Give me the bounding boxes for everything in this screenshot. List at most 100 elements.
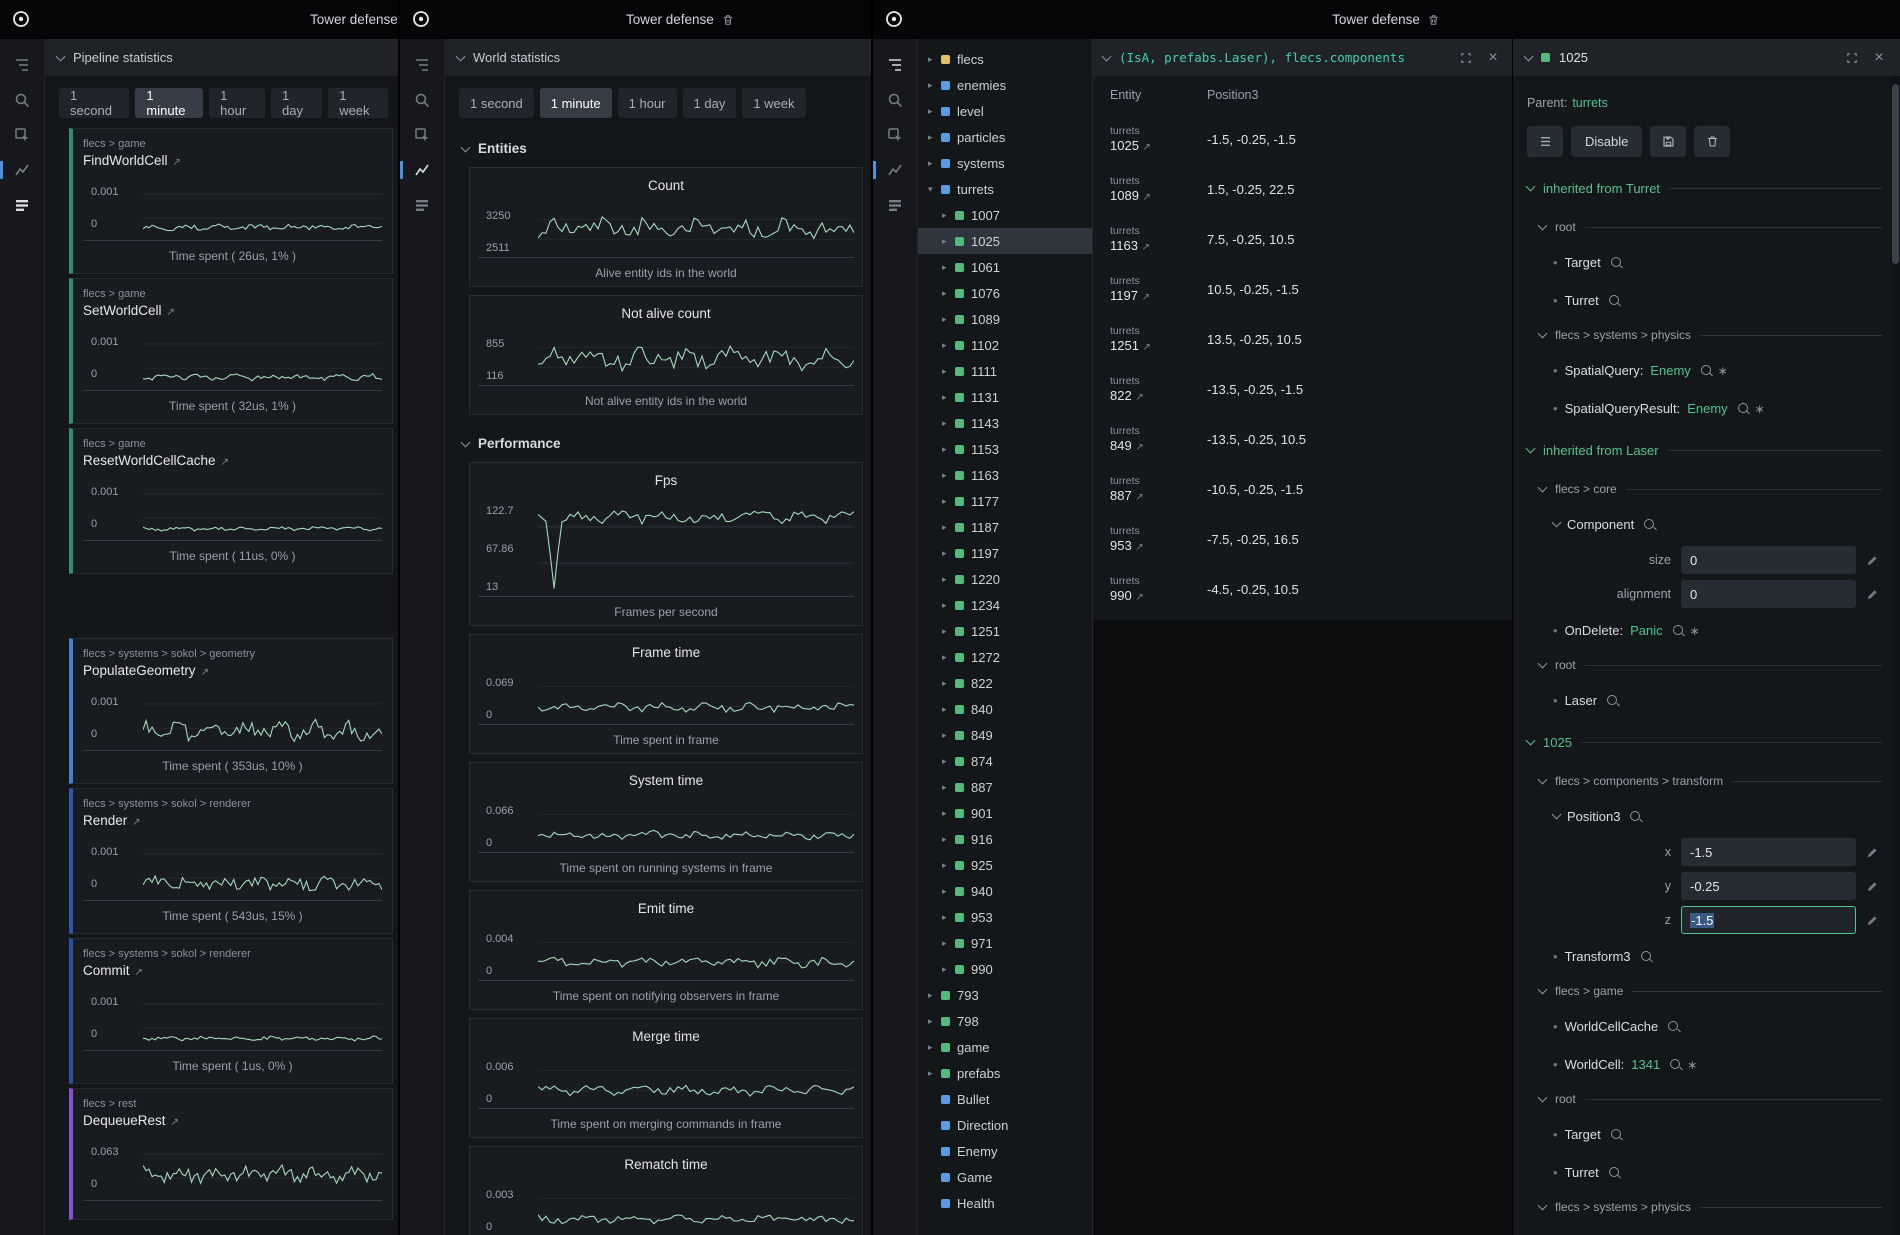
expand-arrow-icon[interactable]: ▸: [928, 1068, 941, 1079]
open-link-icon[interactable]: [1142, 238, 1150, 253]
scope-root[interactable]: root: [1527, 1083, 1882, 1115]
tree-item[interactable]: ▸ particles: [918, 124, 1092, 150]
expand-arrow-icon[interactable]: ▸: [942, 392, 955, 403]
expand-arrow-icon[interactable]: ▸: [942, 522, 955, 533]
trash-icon[interactable]: [1427, 13, 1441, 27]
edit-icon[interactable]: [1860, 846, 1882, 859]
scope-root[interactable]: root: [1527, 211, 1882, 243]
collapse-icon[interactable]: [1538, 1201, 1548, 1211]
magnifier-icon[interactable]: [1668, 1021, 1678, 1031]
open-link-icon[interactable]: [1143, 138, 1151, 153]
scrollbar[interactable]: [1891, 76, 1900, 1235]
tree-item[interactable]: ▸ 1234: [918, 592, 1092, 618]
system-name[interactable]: DequeueRest: [83, 1113, 166, 1128]
query-result-row[interactable]: turrets 1251 13.5, -0.25, 10.5: [1093, 314, 1512, 364]
collapse-icon[interactable]: [1538, 659, 1548, 669]
select-entity-icon[interactable]: [412, 125, 432, 145]
disable-button[interactable]: Disable: [1571, 126, 1642, 157]
tree-item[interactable]: ▸ enemies: [918, 72, 1092, 98]
expand-arrow-icon[interactable]: ▸: [928, 1042, 941, 1053]
component-row[interactable]: WorldCellCache: [1527, 1007, 1882, 1045]
tree-item[interactable]: ▸ 1187: [918, 514, 1092, 540]
expand-arrow-icon[interactable]: ▸: [942, 704, 955, 715]
tree-item[interactable]: ▾ turrets: [918, 176, 1092, 202]
open-link-icon[interactable]: [201, 663, 209, 678]
edit-icon[interactable]: [1860, 880, 1882, 893]
magnifier-icon[interactable]: [1611, 1129, 1621, 1139]
group-inherited-from-turret[interactable]: inherited from Turret: [1527, 165, 1882, 211]
expand-arrow-icon[interactable]: ▸: [942, 548, 955, 559]
group-inherited-from-laser[interactable]: inherited from Laser: [1527, 427, 1882, 473]
magnifier-icon[interactable]: [1673, 625, 1683, 635]
expand-arrow-icon[interactable]: ▸: [928, 54, 941, 65]
expand-arrow-icon[interactable]: ▸: [942, 678, 955, 689]
select-entity-icon[interactable]: [12, 125, 32, 145]
component-row[interactable]: OnDelete:Panic: [1527, 611, 1882, 649]
expand-arrow-icon[interactable]: ▸: [942, 834, 955, 845]
tree-item[interactable]: Direction: [918, 1112, 1092, 1138]
scope-root[interactable]: root: [1527, 649, 1882, 681]
time-range-button[interactable]: 1 week: [328, 88, 388, 118]
close-icon[interactable]: [1870, 49, 1888, 67]
collapse-icon[interactable]: [456, 51, 466, 61]
open-link-icon[interactable]: [221, 453, 229, 468]
time-range-button[interactable]: 1 hour: [618, 88, 677, 118]
expand-arrow-icon[interactable]: ▸: [942, 626, 955, 637]
parent-link[interactable]: turrets: [1572, 96, 1607, 110]
collapse-icon[interactable]: [1526, 444, 1536, 454]
time-range-button[interactable]: 1 second: [459, 88, 534, 118]
expand-arrow-icon[interactable]: ▸: [928, 106, 941, 117]
search-icon[interactable]: [885, 90, 905, 110]
collapse-icon[interactable]: [56, 51, 66, 61]
system-name[interactable]: Commit: [83, 963, 130, 978]
expand-arrow-icon[interactable]: ▸: [928, 80, 941, 91]
expand-arrow-icon[interactable]: ▸: [942, 236, 955, 247]
ref-icon[interactable]: [1690, 623, 1700, 638]
expand-arrow-icon[interactable]: ▸: [942, 444, 955, 455]
query-result-row[interactable]: turrets 990 -4.5, -0.25, 10.5: [1093, 564, 1512, 614]
ref-icon[interactable]: [1687, 1057, 1697, 1072]
magnifier-icon[interactable]: [1607, 695, 1617, 705]
expand-arrow-icon[interactable]: ▸: [942, 938, 955, 949]
tree-item[interactable]: Game: [918, 1164, 1092, 1190]
entity-id-link[interactable]: 1197: [1110, 288, 1138, 303]
query-result-row[interactable]: turrets 1197 10.5, -0.25, -1.5: [1093, 264, 1512, 314]
open-link-icon[interactable]: [1143, 188, 1151, 203]
magnifier-icon[interactable]: [1609, 1167, 1619, 1177]
magnifier-icon[interactable]: [1611, 257, 1621, 267]
query-result-row[interactable]: turrets 1089 1.5, -0.25, 22.5: [1093, 164, 1512, 214]
component-row[interactable]: WorldCell:1341: [1527, 1045, 1882, 1083]
entity-id-link[interactable]: 1025: [1110, 138, 1139, 153]
tree-item[interactable]: ▸ 1153: [918, 436, 1092, 462]
expand-arrow-icon[interactable]: ▸: [942, 782, 955, 793]
tree-item[interactable]: ▸ 1177: [918, 488, 1092, 514]
system-name[interactable]: SetWorldCell: [83, 303, 162, 318]
save-button[interactable]: [1650, 126, 1686, 157]
expand-arrow-icon[interactable]: ▸: [942, 262, 955, 273]
tree-item[interactable]: ▸ 940: [918, 878, 1092, 904]
stats-panel-icon[interactable]: [412, 195, 432, 215]
open-link-icon[interactable]: [1135, 388, 1143, 403]
scrollbar-thumb[interactable]: [1892, 84, 1899, 264]
component-row[interactable]: Laser: [1527, 681, 1882, 719]
entity-id-link[interactable]: 1163: [1110, 238, 1138, 253]
collapse-icon[interactable]: [1538, 985, 1548, 995]
time-range-button[interactable]: 1 day: [271, 88, 322, 118]
collapse-icon[interactable]: [461, 142, 471, 152]
expand-arrow-icon[interactable]: ▸: [942, 288, 955, 299]
collapse-icon[interactable]: [1102, 51, 1112, 61]
time-range-button[interactable]: 1 week: [742, 88, 805, 118]
collapse-icon[interactable]: [1538, 1093, 1548, 1103]
collapse-icon[interactable]: [1552, 518, 1562, 528]
entity-id-link[interactable]: 953: [1110, 538, 1132, 553]
expand-arrow-icon[interactable]: ▸: [942, 210, 955, 221]
expand-arrow-icon[interactable]: ▸: [942, 418, 955, 429]
tree-item[interactable]: ▸ 1061: [918, 254, 1092, 280]
collapse-icon[interactable]: [1538, 221, 1548, 231]
entity-id-link[interactable]: 1089: [1110, 188, 1139, 203]
ref-icon[interactable]: [1718, 363, 1728, 378]
system-name[interactable]: FindWorldCell: [83, 153, 168, 168]
tree-item[interactable]: ▸ 990: [918, 956, 1092, 982]
trash-icon[interactable]: [721, 13, 735, 27]
entity-id-link[interactable]: 887: [1110, 488, 1132, 503]
